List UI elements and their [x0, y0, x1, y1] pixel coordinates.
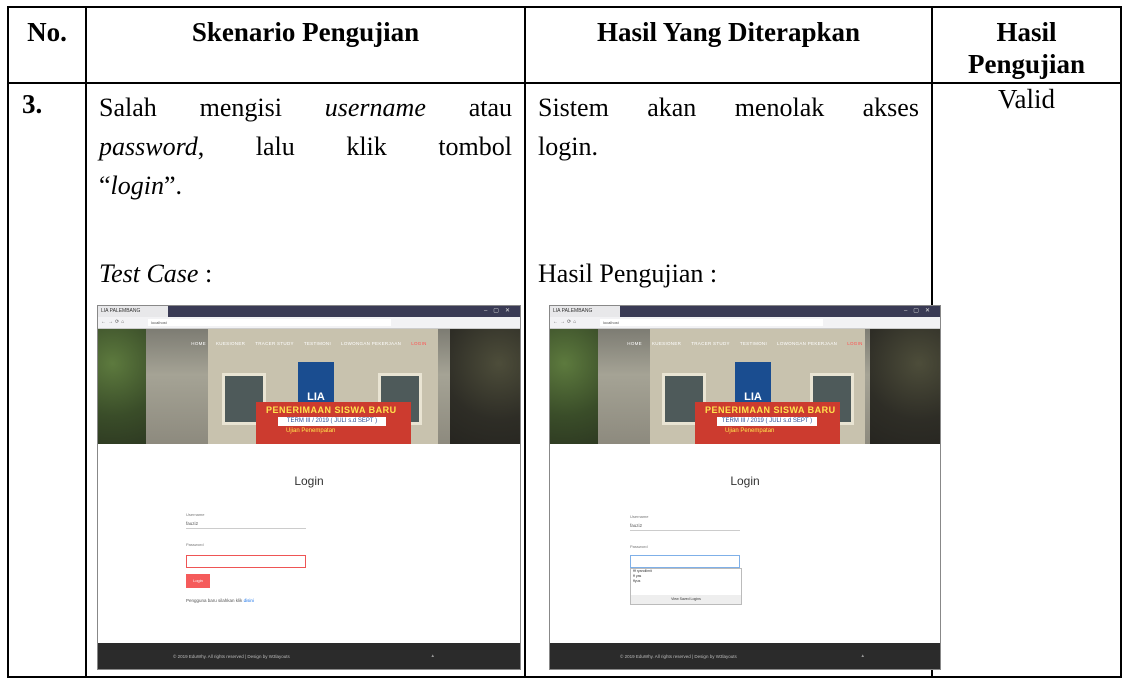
up-arrow-icon: ▲ [430, 653, 435, 658]
window-controls-icon: –▢✕ [903, 308, 936, 314]
register-text: Pengguna baru silahkan klik disini [186, 598, 254, 603]
header-no: No. [7, 6, 87, 84]
username-field: fauzi2 [186, 519, 306, 529]
site-nav: HOME KUESIONER TRACER STUDY TESTIMONI LOWONG… [627, 341, 863, 346]
browser-tab: LIA PALEMBANG [550, 306, 620, 317]
site-footer: © 2019 EduWhy. All rights reserved | Des… [550, 643, 940, 669]
nav-arrows-icon: ←→⟳⌂ [553, 319, 579, 325]
hero-image: HOME KUESIONER TRACER STUDY TESTIMONI LOWONG… [550, 329, 940, 444]
browser-tab: LIA PALEMBANG [98, 306, 168, 317]
test-case-screenshot: LIA PALEMBANG –▢✕ ←→⟳⌂ localhost HOME KUESI… [97, 305, 521, 670]
login-button: Login [186, 574, 210, 588]
header-skenario: Skenario Pengujian [85, 6, 526, 84]
password-field [630, 555, 740, 568]
site-footer: © 2019 EduWhy. All rights reserved | Des… [98, 643, 520, 669]
result-screenshot: LIA PALEMBANG –▢✕ ←→⟳⌂ localhost HOME KUESI… [549, 305, 941, 670]
view-saved-logins: View Saved Logins [631, 595, 741, 604]
tree-left [98, 329, 146, 444]
banner: PENERIMAAN SISWA BARU TERM III / 2019 ( … [695, 402, 840, 444]
skenario-text: Salah mengisi username atau password, la… [99, 93, 512, 200]
browser-urlbar: ←→⟳⌂ localhost [98, 317, 520, 329]
hasil-pengujian-label: Hasil Pengujian : [538, 259, 718, 288]
username-label: Username [630, 514, 649, 519]
hero-image: HOME KUESIONER TRACER STUDY TESTIMONI LOWONG… [98, 329, 520, 444]
username-label: Username [186, 512, 205, 517]
cell-valid: Valid [931, 82, 1122, 678]
saved-logins-dropdown: fff ryandlimit ff yas ffyus View Saved L… [630, 568, 742, 605]
username-field: fauzi2 [630, 521, 740, 531]
header-hasil-diterapkan: Hasil Yang Diterapkan [524, 6, 933, 84]
browser-tabbar: LIA PALEMBANG –▢✕ [550, 306, 940, 317]
password-label: Password [630, 544, 648, 549]
window-controls-icon: –▢✕ [483, 308, 516, 314]
password-label: Password [186, 542, 204, 547]
tree-right [870, 329, 940, 444]
up-arrow-icon: ▲ [860, 653, 865, 658]
tree-right [450, 329, 520, 444]
browser-urlbar: ←→⟳⌂ localhost [550, 317, 940, 329]
url-field: localhost [148, 319, 391, 326]
hasil-diterapkan-text: Sistem akan menolak akses login. [538, 93, 919, 161]
dropdown-option: ffyus [633, 579, 641, 583]
tree-left [550, 329, 598, 444]
banner: PENERIMAAN SISWA BARU TERM III / 2019 ( … [256, 402, 411, 444]
password-field [186, 555, 306, 568]
test-case-label: Test Case : [99, 259, 213, 288]
url-field: localhost [600, 319, 823, 326]
header-row: No. Skenario Pengujian Hasil Yang Ditera… [7, 6, 1122, 84]
nav-arrows-icon: ←→⟳⌂ [101, 319, 127, 325]
login-title: Login [730, 474, 760, 488]
login-title: Login [294, 474, 324, 488]
cell-no: 3. [7, 82, 87, 678]
site-nav: HOME KUESIONER TRACER STUDY TESTIMONI LOWONG… [191, 341, 427, 346]
browser-tabbar: LIA PALEMBANG –▢✕ [98, 306, 520, 317]
header-hasil-pengujian: Hasil Pengujian [931, 6, 1122, 84]
